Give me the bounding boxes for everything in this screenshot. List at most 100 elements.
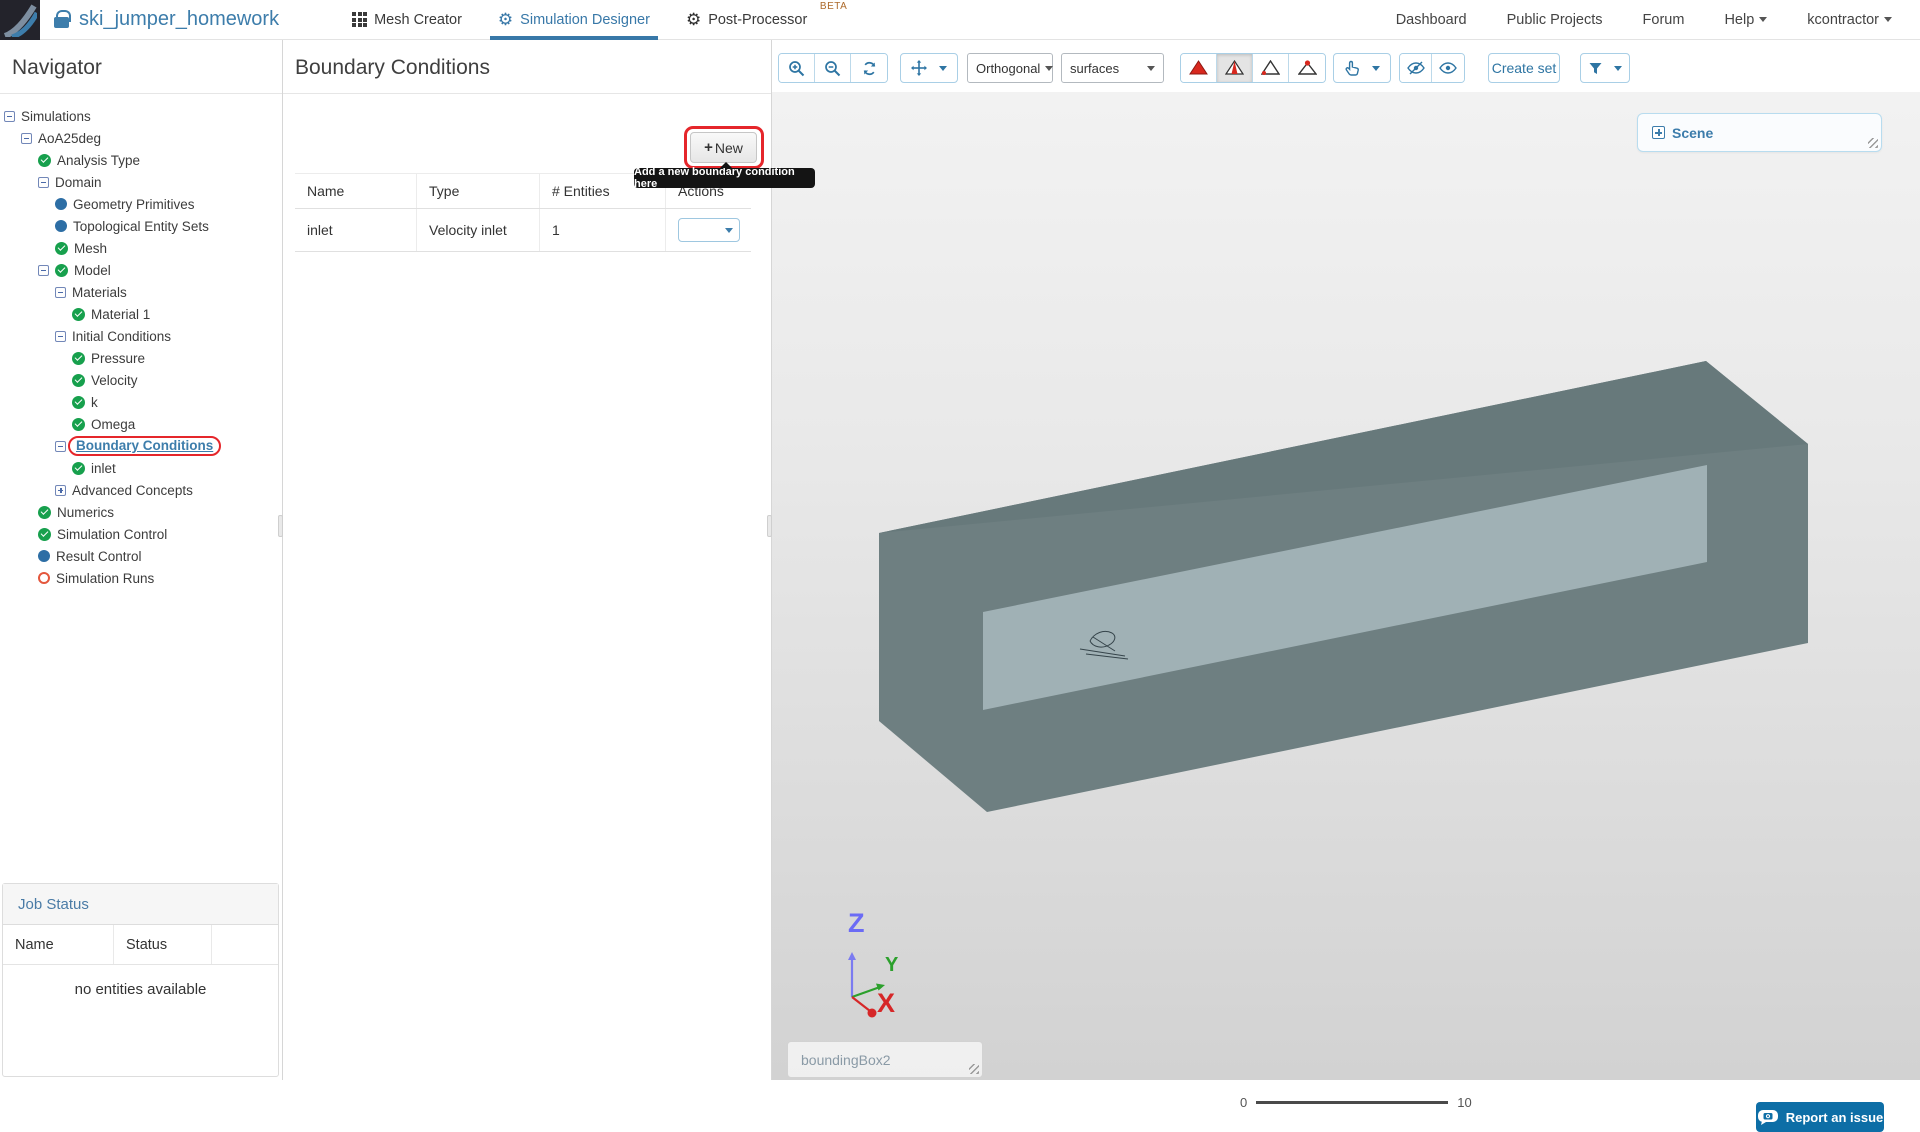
tree-item-velocity[interactable]: Velocity (0, 369, 282, 391)
tree-item-materials[interactable]: Materials (0, 281, 282, 303)
show-wireframe-button[interactable] (1253, 54, 1289, 82)
tree-item-numerics[interactable]: Numerics (0, 501, 282, 523)
navigator-title: Navigator (0, 40, 282, 80)
scene-tree-panel[interactable]: Scene (1637, 113, 1882, 152)
expand-icon[interactable] (1652, 126, 1665, 139)
simscale-logo[interactable] (0, 0, 40, 40)
chevron-down-icon (1614, 66, 1622, 71)
tree-item-geometry-primitives[interactable]: Geometry Primitives (0, 193, 282, 215)
render-mode-select[interactable]: surfaces (1061, 53, 1164, 83)
tree-item-pressure[interactable]: Pressure (0, 347, 282, 369)
geometry-name-field[interactable]: boundingBox2 (787, 1041, 983, 1078)
zoom-out-button[interactable] (815, 54, 851, 82)
boundary-conditions-panel: Boundary Conditions +New Add a new bound… (283, 40, 772, 1080)
selection-tool-dropdown[interactable] (1333, 53, 1391, 83)
project-title: ski_jumper_homework (79, 8, 279, 31)
move-icon (911, 60, 927, 76)
zoom-in-button[interactable] (779, 54, 815, 82)
job-status-header-row: Name Status (3, 925, 278, 965)
tree-item-simulation-runs[interactable]: Simulation Runs (0, 567, 282, 589)
expand-icon[interactable] (55, 485, 66, 496)
tree-item-boundary-conditions[interactable]: Boundary Conditions (0, 435, 282, 457)
tree-item-k[interactable]: k (0, 391, 282, 413)
tree-item-omega[interactable]: Omega (0, 413, 282, 435)
collapse-icon[interactable] (4, 111, 15, 122)
nav-link-public-projects[interactable]: Public Projects (1507, 12, 1603, 28)
projection-select[interactable]: Orthogonal (967, 53, 1053, 83)
tab-post-processor[interactable]: ⚙ Post-Processor BETA (668, 0, 849, 40)
tree-item-label: Pressure (91, 351, 145, 366)
status-complete-icon (55, 242, 68, 255)
collapse-icon[interactable] (55, 331, 66, 342)
tree-item-label: Simulation Runs (56, 571, 154, 586)
show-surface-mesh-button[interactable] (1217, 54, 1253, 82)
username-label: kcontractor (1807, 12, 1879, 28)
filter-dropdown[interactable] (1580, 53, 1630, 83)
pan-mode-dropdown[interactable] (900, 53, 958, 83)
collapse-icon[interactable] (38, 177, 49, 188)
collapse-icon[interactable] (38, 265, 49, 276)
tab-label: Mesh Creator (374, 12, 462, 28)
collapse-icon[interactable] (21, 133, 32, 144)
render-canvas[interactable]: Z Y X Scene boundingBox2 0 10 (772, 92, 1920, 1080)
tree-item-advanced-concepts[interactable]: Advanced Concepts (0, 479, 282, 501)
table-row[interactable]: inletVelocity inlet1 (295, 209, 751, 252)
tree-item-result-control[interactable]: Result Control (0, 545, 282, 567)
tab-simulation-designer[interactable]: ⚙ Simulation Designer (480, 0, 668, 40)
help-menu[interactable]: Help (1724, 12, 1767, 28)
tab-label: Simulation Designer (520, 12, 650, 28)
visibility-button-group (1399, 53, 1465, 83)
mesh-display-button-group (1180, 53, 1326, 83)
nav-link-forum[interactable]: Forum (1643, 12, 1685, 28)
tree-item-aoa25deg[interactable]: AoA25deg (0, 127, 282, 149)
tree-item-label: Mesh (74, 241, 107, 256)
tree-item-topological-entity-sets[interactable]: Topological Entity Sets (0, 215, 282, 237)
tree-item-initial-conditions[interactable]: Initial Conditions (0, 325, 282, 347)
collapse-icon[interactable] (55, 441, 66, 452)
table-column-header: Name (295, 174, 417, 208)
reset-view-button[interactable] (851, 54, 887, 82)
show-points-button[interactable] (1289, 54, 1325, 82)
chevron-down-icon (1884, 17, 1892, 22)
report-issue-button[interactable]: Report an issue (1756, 1102, 1884, 1132)
nav-link-dashboard[interactable]: Dashboard (1396, 12, 1467, 28)
chevron-down-icon (1372, 66, 1380, 71)
tree-item-label: Numerics (57, 505, 114, 520)
create-set-button[interactable]: Create set (1488, 53, 1560, 83)
tree-item-analysis-type[interactable]: Analysis Type (0, 149, 282, 171)
tree-item-material-1[interactable]: Material 1 (0, 303, 282, 325)
show-solid-mesh-button[interactable] (1181, 54, 1217, 82)
tree-item-label: k (91, 395, 98, 410)
job-status-col-status: Status (114, 925, 212, 964)
tree-item-label: Simulation Control (57, 527, 167, 542)
hide-selected-button[interactable] (1400, 54, 1432, 82)
tab-mesh-creator[interactable]: Mesh Creator (334, 0, 480, 40)
collapse-icon[interactable] (55, 287, 66, 298)
zoom-button-group (778, 53, 888, 83)
tree-item-label: AoA25deg (38, 131, 101, 146)
tree-item-label: Advanced Concepts (72, 483, 193, 498)
row-actions-select[interactable] (678, 218, 740, 242)
tree-item-model[interactable]: Model (0, 259, 282, 281)
job-status-col-name: Name (3, 925, 114, 964)
axis-label-z: Z (848, 908, 865, 939)
tree-item-inlet[interactable]: inlet (0, 457, 282, 479)
status-complete-icon (72, 418, 85, 431)
status-complete-icon (72, 462, 85, 475)
tree-item-simulations[interactable]: Simulations (0, 105, 282, 127)
create-set-label: Create set (1492, 60, 1557, 76)
new-boundary-condition-button[interactable]: +New (690, 132, 757, 163)
resize-grip[interactable] (1868, 138, 1878, 148)
tree-item-domain[interactable]: Domain (0, 171, 282, 193)
navbar-links: Dashboard Public Projects Forum Help kco… (1396, 12, 1920, 28)
user-menu[interactable]: kcontractor (1807, 12, 1892, 28)
tree-item-label: Topological Entity Sets (73, 219, 209, 234)
show-selected-button[interactable] (1432, 54, 1464, 82)
geometry-name-value: boundingBox2 (801, 1052, 891, 1068)
tree-item-simulation-control[interactable]: Simulation Control (0, 523, 282, 545)
resize-grip[interactable] (969, 1064, 979, 1074)
tree-item-mesh[interactable]: Mesh (0, 237, 282, 259)
app-tabs: Mesh Creator ⚙ Simulation Designer ⚙ Pos… (334, 0, 849, 40)
tree-item-label: Boundary Conditions (76, 438, 213, 453)
table-body: inletVelocity inlet1 (295, 209, 751, 252)
